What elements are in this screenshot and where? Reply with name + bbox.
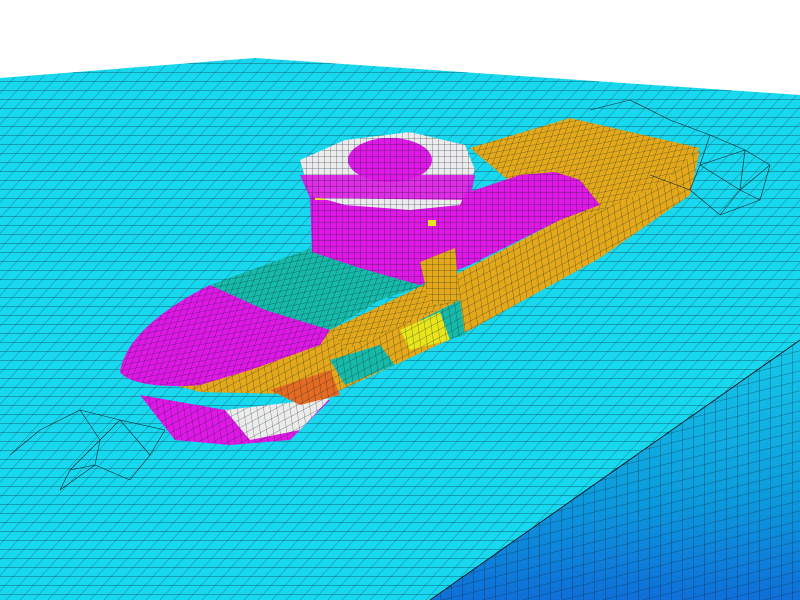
mesh-scene [0,58,800,600]
fem-viewport [0,0,800,600]
